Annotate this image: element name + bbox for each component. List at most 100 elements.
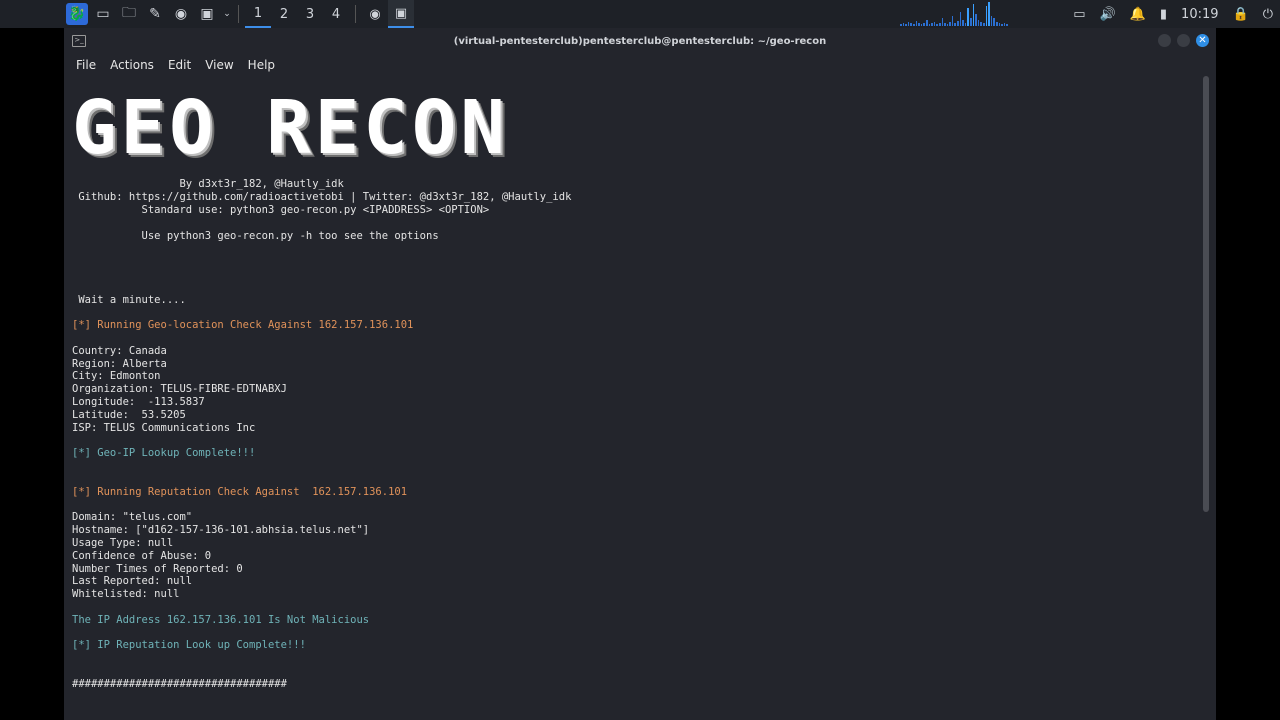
network-graph-bar [938, 23, 941, 26]
network-graph-bar [941, 18, 944, 26]
workspace-2[interactable]: 2 [271, 0, 297, 28]
network-graph-bar [977, 20, 980, 26]
network-graph-bar [957, 21, 959, 26]
terminal-line: Number Times of Reported: 0 [72, 563, 243, 575]
show-desktop-icon[interactable]: ▭ [92, 3, 114, 25]
network-graph-bar [912, 24, 915, 26]
close-button[interactable]: ✕ [1196, 34, 1209, 47]
terminal-icon: >_ [72, 35, 86, 47]
display-icon[interactable]: ▭ [1073, 7, 1085, 22]
network-graph-bar [998, 23, 1001, 26]
firefox-window-icon[interactable]: ◉ [362, 0, 388, 28]
menu-view[interactable]: View [205, 58, 233, 72]
power-icon[interactable]: ⏻ [1263, 7, 1273, 22]
network-graph-bar [985, 6, 988, 26]
taskbar-separator [238, 5, 239, 23]
terminal-line: [*] Geo-IP Lookup Complete!!! [72, 447, 256, 459]
firefox-icon[interactable]: ◉ [170, 3, 192, 25]
terminal-line: [*] IP Reputation Look up Complete!!! [72, 639, 306, 651]
network-graph-bar [946, 24, 949, 26]
network-graph-bar [905, 24, 907, 26]
network-graph-bar [902, 23, 905, 26]
network-graph-bar [1001, 24, 1003, 26]
network-graph-bar [951, 16, 954, 26]
terminal-line: The IP Address 162.157.136.101 Is Not Ma… [72, 614, 370, 626]
network-graph-bar [918, 23, 920, 26]
terminal-line: ################################## [72, 678, 287, 690]
chevron-down-icon[interactable]: ⌄ [222, 3, 232, 25]
network-graph-bar [975, 14, 977, 26]
terminal-line: ISP: TELUS Communications Inc [72, 422, 256, 434]
network-graph-bar [959, 12, 962, 26]
terminal-window: >_ (virtual-pentesterclub)pentesterclub@… [64, 28, 1216, 720]
terminal-window-icon[interactable]: ▣ [388, 0, 414, 28]
network-graph-bar [990, 16, 993, 26]
menu-actions[interactable]: Actions [110, 58, 154, 72]
network-graph-bar [920, 24, 923, 26]
volume-icon[interactable]: 🔊 [1100, 7, 1116, 22]
network-graph-bar [925, 20, 928, 26]
menu-bar: File Actions Edit View Help [64, 54, 1216, 76]
top-taskbar: 🐉 ▭ 🗀 ✎ ◉ ▣ ⌄ 1 2 3 4 ◉ ▣ ▭ 🔊 🔔 ▮ 10:19 … [0, 0, 1280, 28]
network-graph-bar [910, 23, 912, 26]
window-titlebar[interactable]: >_ (virtual-pentesterclub)pentesterclub@… [64, 28, 1216, 54]
network-monitor-graph [900, 2, 1008, 26]
battery-icon[interactable]: ▮ [1160, 7, 1167, 22]
notifications-icon[interactable]: 🔔 [1130, 7, 1146, 22]
network-graph-bar [915, 21, 918, 26]
workspace-3[interactable]: 3 [297, 0, 323, 28]
terminal-line: Standard use: python3 geo-recon.py <IPAD… [72, 204, 490, 216]
terminal-line: Region: Alberta [72, 358, 167, 370]
menu-edit[interactable]: Edit [168, 58, 191, 72]
network-graph-bar [944, 23, 946, 26]
clock[interactable]: 10:19 [1181, 7, 1218, 22]
kali-menu-icon[interactable]: 🐉 [66, 3, 88, 25]
network-graph-bar [962, 20, 964, 26]
terminal-line: Organization: TELUS-FIBRE-EDTNABXJ [72, 383, 287, 395]
terminal-line: Latitude: 53.5205 [72, 409, 186, 421]
workspace-4[interactable]: 4 [323, 0, 349, 28]
network-graph-bar [964, 23, 967, 26]
network-graph-bar [923, 23, 925, 26]
minimize-button[interactable] [1158, 34, 1171, 47]
network-graph-bar [988, 2, 990, 26]
terminal-line: By d3xt3r_182, @Hautly_idk [72, 178, 344, 190]
network-graph-bar [954, 23, 957, 26]
network-graph-bar [1006, 24, 1008, 26]
network-graph-bar [907, 22, 910, 26]
menu-help[interactable]: Help [248, 58, 275, 72]
terminal-line: Use python3 geo-recon.py -h too see the … [72, 230, 439, 242]
terminal-line: Usage Type: null [72, 537, 174, 549]
terminal-line: [*] Running Reputation Check Against 162… [72, 486, 408, 498]
system-tray: ▭ 🔊 🔔 ▮ 10:19 🔒 ⏻ [1066, 0, 1280, 28]
lock-icon[interactable]: 🔒 [1233, 7, 1249, 22]
terminal-line: City: Edmonton [72, 370, 161, 382]
maximize-button[interactable] [1177, 34, 1190, 47]
network-graph-bar [983, 23, 985, 26]
text-editor-icon[interactable]: ✎ [144, 3, 166, 25]
terminal-line: Whitelisted: null [72, 588, 180, 600]
network-graph-bar [933, 22, 936, 26]
window-title: (virtual-pentesterclub)pentesterclub@pen… [453, 35, 827, 47]
terminal-line: Github: https://github.com/radioactiveto… [72, 191, 572, 203]
terminal-scrollbar[interactable] [1203, 76, 1209, 512]
network-graph-bar [993, 18, 995, 26]
banner-text: GEO RECON [72, 85, 509, 171]
terminal-line: Country: Canada [72, 345, 167, 357]
taskbar-separator [355, 5, 356, 23]
menu-file[interactable]: File [76, 58, 96, 72]
workspace-1[interactable]: 1 [245, 0, 271, 28]
terminal-line: Domain: "telus.com" [72, 511, 193, 523]
terminal-line: Last Reported: null [72, 575, 193, 587]
terminal-line: Wait a minute.... [72, 294, 186, 306]
terminal-line: Confidence of Abuse: 0 [72, 550, 212, 562]
network-graph-bar [931, 23, 933, 26]
geo-recon-banner: GEO RECON [72, 85, 509, 171]
network-graph-bar [980, 22, 982, 26]
network-graph-bar [949, 22, 951, 26]
terminal-launcher-icon[interactable]: ▣ [196, 3, 218, 25]
network-graph-bar [900, 24, 902, 26]
file-manager-icon[interactable]: 🗀 [118, 3, 140, 25]
network-graph-bar [928, 24, 931, 26]
terminal-line: Longitude: -113.5837 [72, 396, 205, 408]
